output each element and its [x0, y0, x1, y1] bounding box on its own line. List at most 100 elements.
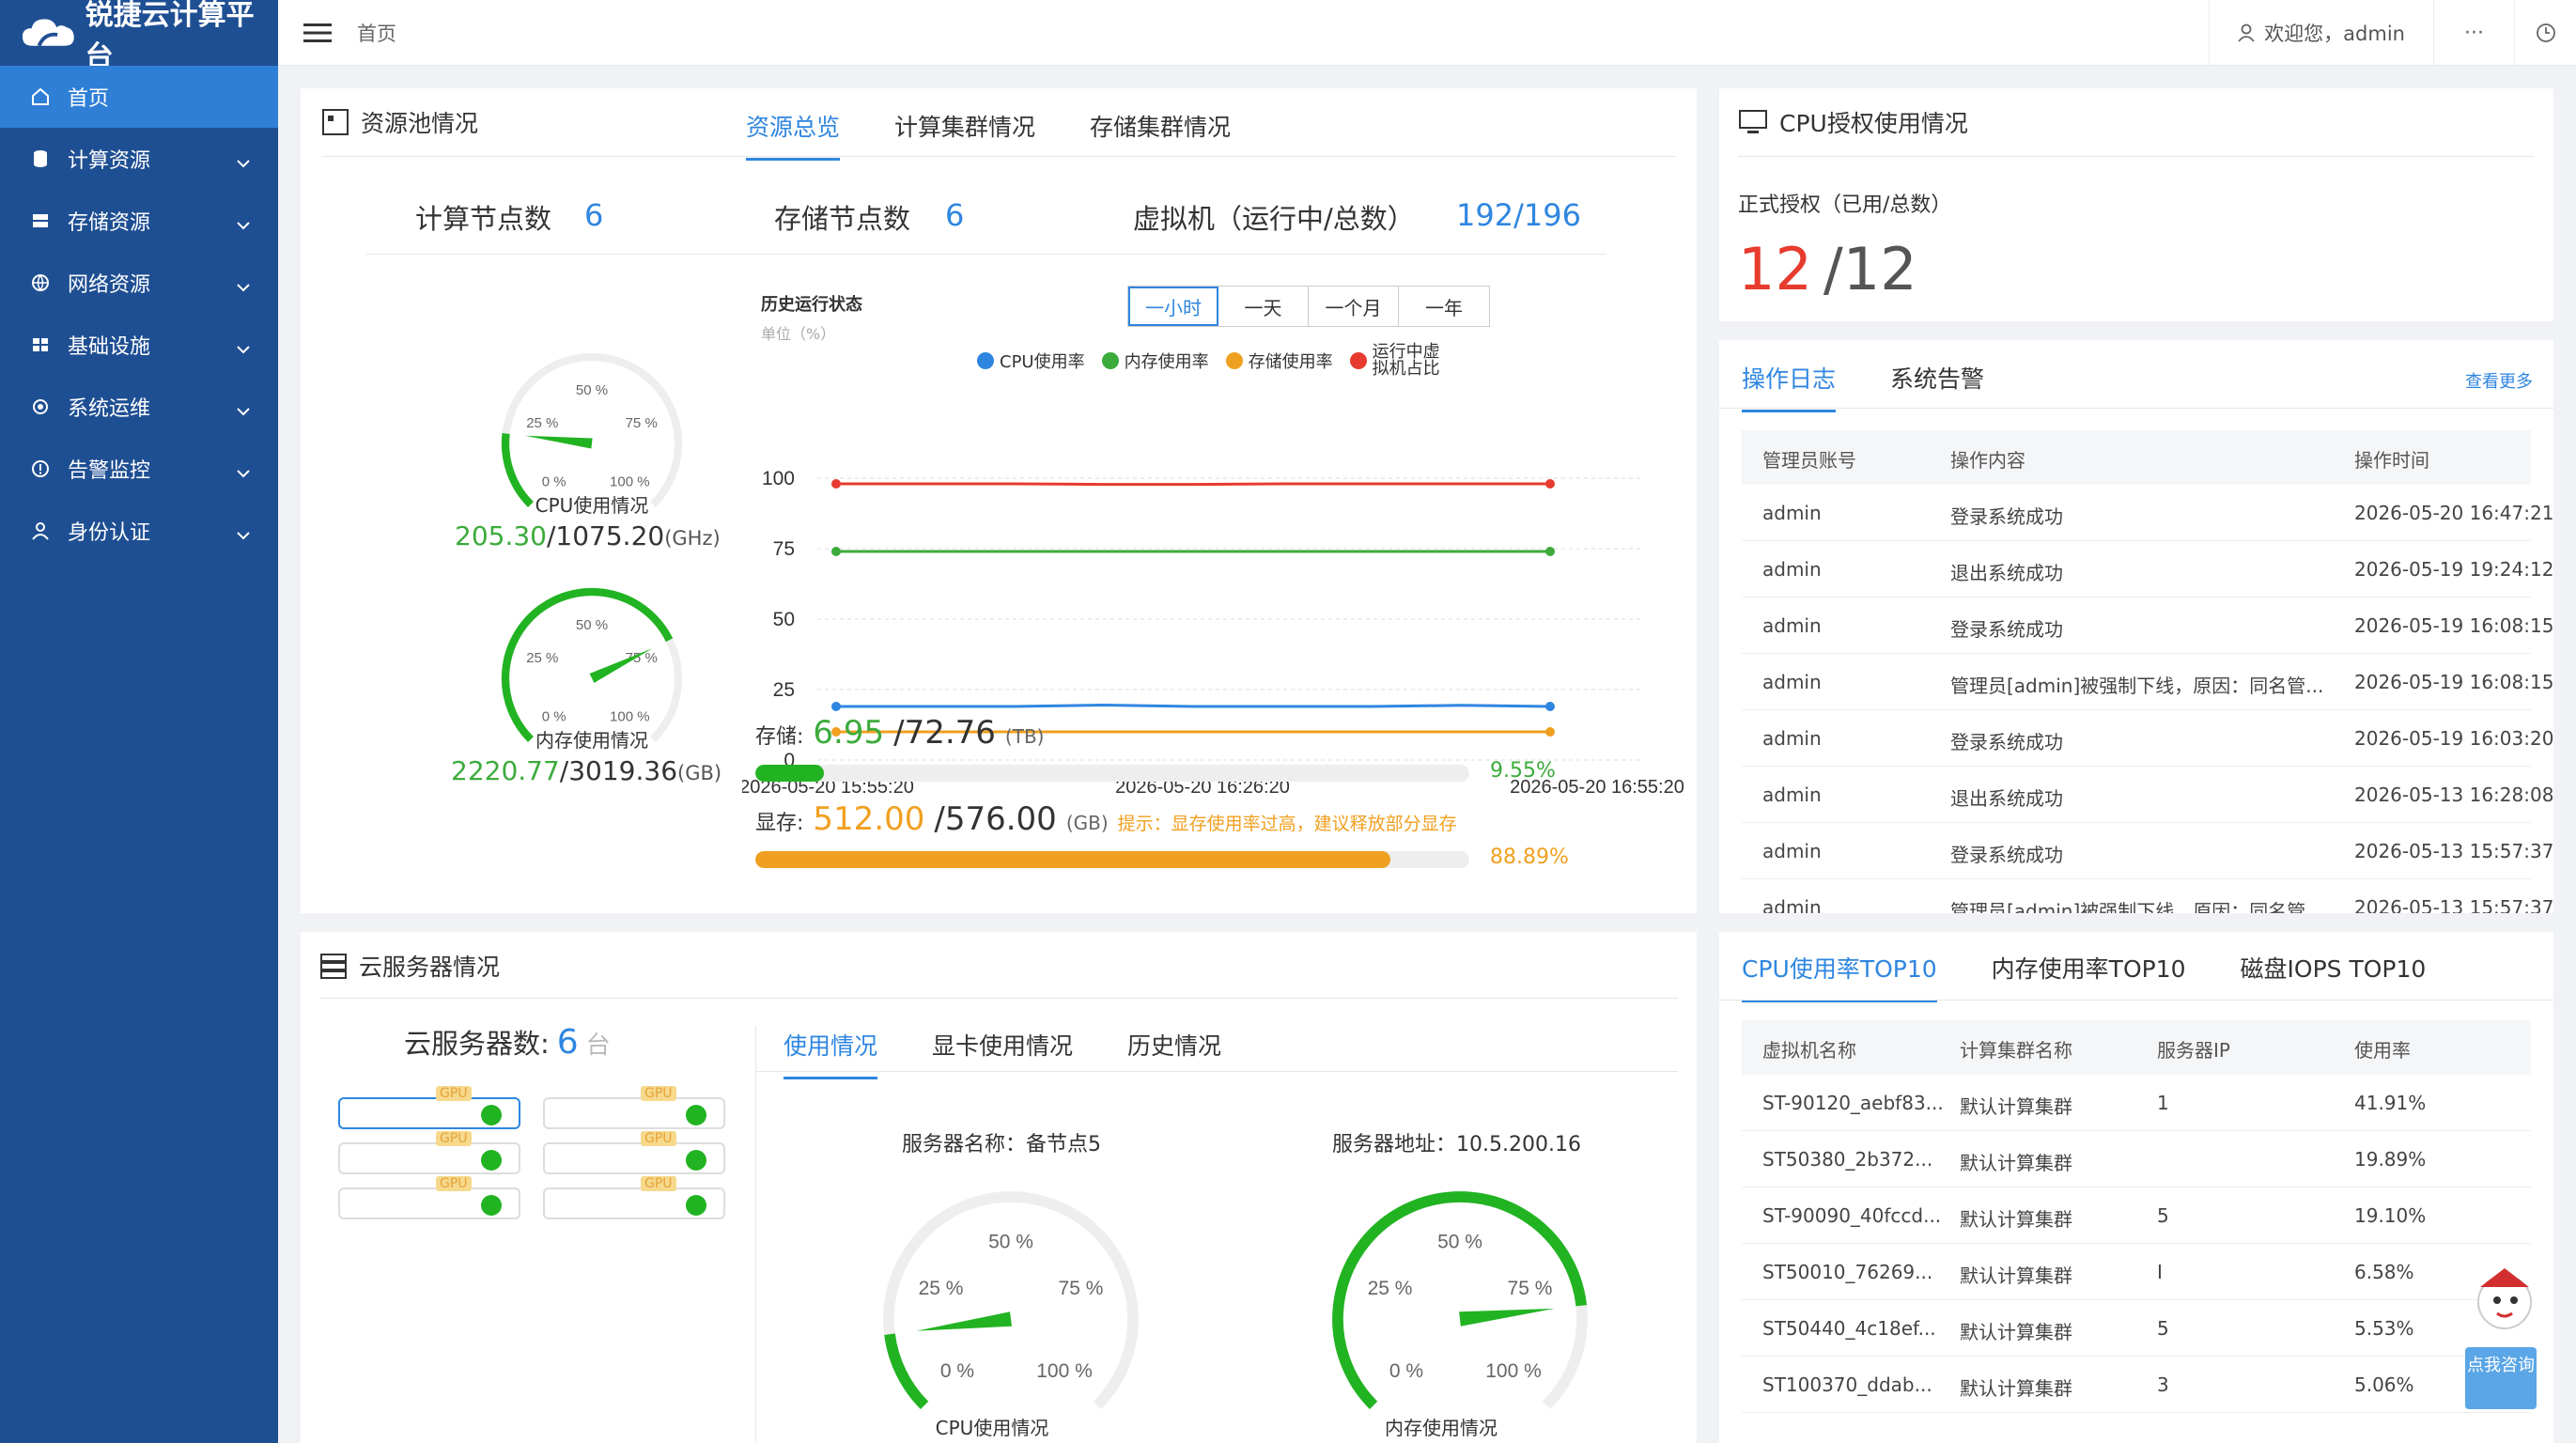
- table-row[interactable]: admin 登录系统成功 2026-05-19 16:08:15: [1742, 597, 2553, 654]
- status-dot-icon: [686, 1150, 706, 1171]
- table-cell: admin: [1762, 896, 1822, 913]
- gpu-badge: GPU: [436, 1131, 472, 1146]
- storage-progress-bar: [755, 765, 1469, 782]
- ellipsis-icon: ···: [2464, 21, 2484, 45]
- storage-usage: 存储: 6.95 /72.76 (TB): [755, 714, 1044, 752]
- sidebar-item-1[interactable]: 计算资源: [0, 128, 278, 190]
- cpu-license-title: CPU授权使用情况: [1738, 105, 1968, 139]
- gauge-tick-label: 25 %: [1368, 1278, 1413, 1299]
- sidebar-item-2[interactable]: 存储资源: [0, 190, 278, 252]
- vram-progress-bar: [755, 851, 1469, 868]
- app-logo[interactable]: 锐捷云计算平台: [0, 0, 278, 73]
- gauge-needle: [916, 1311, 1012, 1331]
- tab-cpu-top10[interactable]: CPU使用率TOP10: [1742, 951, 1937, 1002]
- table-cell: 2026-05-19 16:08:15: [2354, 614, 2553, 637]
- table-row[interactable]: admin 管理员[admin]被强制下线，原因：同名管... 2026-05-13…: [1742, 879, 2553, 913]
- sidebar-item-3[interactable]: 网络资源: [0, 252, 278, 314]
- gpu-server-card[interactable]: GPU: [338, 1176, 520, 1219]
- server-count-unit: 台: [585, 1032, 611, 1060]
- table-cell: ST100370_ddab...: [1762, 1373, 1932, 1396]
- sidebar-item-4[interactable]: 基础设施: [0, 314, 278, 376]
- range-day-button[interactable]: 一天: [1218, 287, 1309, 326]
- range-month-button[interactable]: 一个月: [1309, 287, 1399, 326]
- gpu-server-card[interactable]: GPU: [338, 1131, 520, 1174]
- help-widget[interactable]: 点我咨询: [2460, 1259, 2553, 1409]
- gauge-tick-label: 25 %: [526, 415, 558, 431]
- breadcrumb[interactable]: 首页: [357, 19, 396, 47]
- table-cell: 5.53%: [2354, 1317, 2414, 1340]
- table-row[interactable]: ST-90120_aebf83... 默认计算集群 1 41.91%: [1742, 1075, 2531, 1131]
- table-cell: 2026-05-20 16:47:21: [2354, 502, 2553, 524]
- table-row[interactable]: ST100370_ddab... 默认计算集群 3 5.06%: [1742, 1357, 2531, 1413]
- hamburger-icon: [303, 23, 332, 42]
- vram-percent: 88.89%: [1490, 846, 1569, 869]
- status-dot-icon: [686, 1105, 706, 1125]
- tab-operation-log[interactable]: 操作日志: [1742, 361, 1837, 412]
- gpu-server-card[interactable]: GPU: [543, 1086, 725, 1129]
- sidebar-item-label: 系统运维: [68, 397, 151, 421]
- tab-compute-cluster[interactable]: 计算集群情况: [894, 109, 1035, 161]
- cloud-server-title: 云服务器情况: [319, 949, 500, 983]
- memory-used: 2220.77: [451, 755, 560, 786]
- gpu-badge: GPU: [436, 1086, 472, 1101]
- gauge-tick-label: 50 %: [1437, 1231, 1482, 1252]
- tab-system-alerts[interactable]: 系统告警: [1890, 361, 1984, 412]
- table-row[interactable]: admin 登录系统成功 2026-05-20 16:47:21: [1742, 485, 2553, 541]
- sidebar-item-0[interactable]: 首页: [0, 66, 278, 128]
- sidebar-item-6[interactable]: 告警监控: [0, 438, 278, 500]
- clock-button[interactable]: [2514, 0, 2576, 66]
- vram-unit: (GB): [1065, 812, 1109, 834]
- table-cell: 5.06%: [2354, 1373, 2414, 1396]
- tab-disk-iops-top10[interactable]: 磁盘IOPS TOP10: [2241, 951, 2427, 1002]
- cpu-license-total: /12: [1823, 235, 1917, 303]
- cpu-license-used: 12: [1738, 235, 1812, 303]
- table-row[interactable]: ST50440_4c18ef... 默认计算集群 5 5.53%: [1742, 1300, 2531, 1357]
- y-tick-label: 50: [773, 609, 795, 630]
- table-row[interactable]: admin 退出系统成功 2026-05-13 16:28:08: [1742, 767, 2553, 823]
- y-tick-label: 100: [762, 468, 795, 489]
- tab-storage-cluster[interactable]: 存储集群情况: [1090, 109, 1231, 161]
- series-point: [1545, 702, 1555, 711]
- table-cell: 5: [2157, 1204, 2169, 1227]
- gauge-needle: [524, 435, 593, 449]
- table-cell: 2026-05-13 15:57:37: [2354, 840, 2553, 862]
- user-menu[interactable]: 欢迎您，admin: [2209, 0, 2433, 66]
- gauge-tick-label: 50 %: [576, 617, 608, 633]
- series-point: [831, 547, 841, 556]
- sidebar-item-5[interactable]: 系统运维: [0, 376, 278, 438]
- table-row[interactable]: admin 登录系统成功 2026-05-13 15:57:37: [1742, 823, 2553, 879]
- range-year-button[interactable]: 一年: [1399, 287, 1489, 326]
- mascot-icon: [2477, 1268, 2532, 1329]
- table-row[interactable]: ST50380_2b372... 默认计算集群 19.89%: [1742, 1131, 2531, 1187]
- tab-memory-top10[interactable]: 内存使用率TOP10: [1992, 951, 2186, 1002]
- table-cell: 1: [2157, 1092, 2169, 1114]
- cpu-license-label: 正式授权（已用/总数）: [1738, 194, 1952, 217]
- monitor-icon: [1739, 110, 1767, 133]
- gauge-tick-label: 75 %: [626, 415, 658, 431]
- series-point: [1545, 547, 1555, 556]
- range-hour-button[interactable]: 一小时: [1128, 287, 1218, 326]
- table-row[interactable]: admin 登录系统成功 2026-05-19 16:03:20: [1742, 710, 2553, 767]
- more-button[interactable]: ···: [2433, 0, 2514, 66]
- table-row[interactable]: ST50010_76269... 默认计算集群 I 6.58%: [1742, 1244, 2531, 1300]
- menu-toggle-button[interactable]: [278, 0, 357, 66]
- vram-hint: 提示：显存使用率过高，建议释放部分显存: [1117, 814, 1457, 834]
- table-row[interactable]: ST-90090_40fccd... 默认计算集群 5 19.10%: [1742, 1187, 2531, 1244]
- series-point: [831, 702, 841, 711]
- column-header: 操作内容: [1950, 449, 2025, 472]
- gpu-server-card[interactable]: GPU: [543, 1176, 725, 1219]
- series-line: [836, 482, 1550, 487]
- memory-unit: (GB): [677, 762, 722, 784]
- sidebar-item-7[interactable]: 身份认证: [0, 500, 278, 562]
- gpu-server-card[interactable]: GPU: [543, 1131, 725, 1174]
- column-header: 管理员账号: [1762, 449, 1856, 472]
- cpu-license-value: 12 /12: [1738, 235, 1917, 303]
- logs-table: 管理员账号 操作内容 操作时间 admin 登录系统成功 2026-05-20 16:47…: [1742, 430, 2553, 913]
- tab-resource-overview[interactable]: 资源总览: [746, 109, 841, 161]
- table-row[interactable]: admin 退出系统成功 2026-05-19 19:24:12: [1742, 541, 2553, 597]
- table-cell: 管理员[admin]被强制下线，原因：同名管...: [1950, 675, 2324, 697]
- view-more-link[interactable]: 查看更多: [2465, 368, 2533, 393]
- resource-pool-panel: 资源池情况 资源总览 计算集群情况 存储集群情况 计算节点数 6 存储节点数 6…: [301, 88, 1697, 913]
- table-row[interactable]: admin 管理员[admin]被强制下线，原因：同名管... 2026-05-19…: [1742, 654, 2553, 710]
- gpu-server-card[interactable]: GPU: [338, 1086, 520, 1129]
